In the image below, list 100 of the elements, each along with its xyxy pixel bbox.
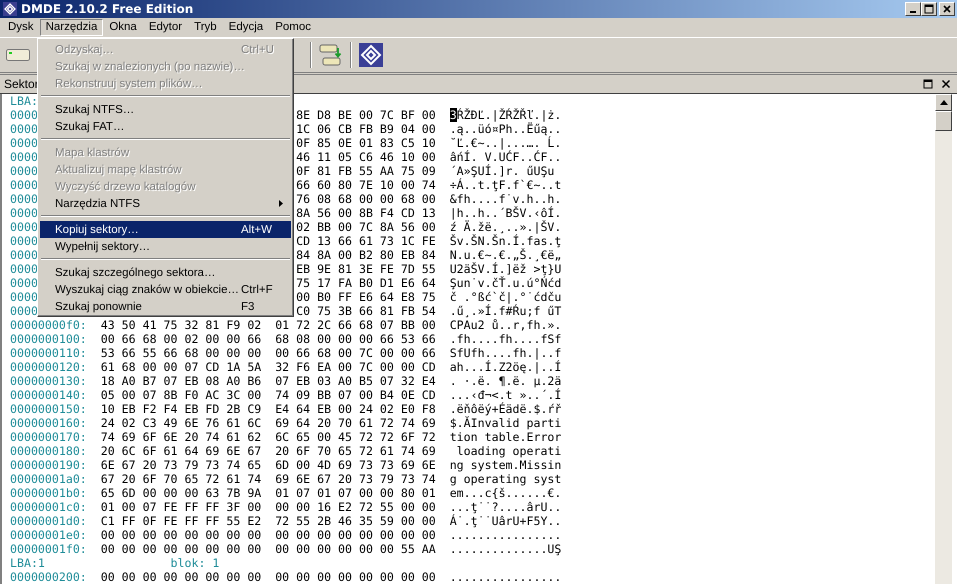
- offset-label: 0000000110:: [10, 346, 87, 360]
- offset-label: 0000000120:: [10, 360, 87, 374]
- hex-bytes: 00 00 16 E2 72 55 00 00: [275, 500, 436, 514]
- hex-bytes: 8A 56 00 8B F4 CD 13: [296, 206, 436, 220]
- offset-label: 0000: [10, 234, 38, 248]
- drive-button[interactable]: [4, 47, 32, 63]
- hex-bytes: 00 00 00 00 00 00 00 00: [100, 570, 262, 584]
- offset-label: 0000000200:: [10, 570, 87, 584]
- menu-item[interactable]: Szukaj ponownie F3: [40, 298, 291, 315]
- hex-bytes: 18 A0 B7 07 EB 08 A0 B6: [100, 374, 262, 388]
- ascii-text: č .°ßć`č|.°˙ćdču: [450, 290, 562, 304]
- hex-bytes: 00 00 00 00 00 00 00 00: [100, 542, 262, 556]
- offset-label: 00000001e0:: [10, 528, 87, 542]
- close-icon: [942, 4, 952, 14]
- hex-bytes: E4 64 EB 00 24 02 E0 F8: [275, 402, 436, 416]
- menu-bar-item[interactable]: Edytor: [142, 19, 188, 36]
- app-logo-icon: [3, 2, 17, 16]
- maximize-button[interactable]: [921, 2, 937, 16]
- close-button[interactable]: [939, 2, 955, 16]
- ascii-text: N.u.€~.€.„Š.¸€ë„: [450, 248, 562, 262]
- minimize-icon: [910, 11, 916, 13]
- scroll-thumb[interactable]: [935, 111, 952, 131]
- block-label: blok: 1: [170, 556, 220, 570]
- window-title: DMDE 2.10.2 Free Edition: [21, 2, 194, 16]
- ascii-text: Šv.ŠN.Šn.Í.fas.ţ: [450, 234, 562, 248]
- ascii-text: ÷Á..t.ţF.f`€~..t: [450, 178, 562, 192]
- hex-bytes: 6D 00 4D 69 73 73 69 6E: [275, 458, 436, 472]
- ascii-text: ..............UŞ: [450, 542, 562, 556]
- menu-bar-item[interactable]: Okna: [103, 19, 143, 36]
- offset-label: 0000000180:: [10, 444, 87, 458]
- hex-bytes: 07 EB 03 A0 B5 07 32 E4: [275, 374, 436, 388]
- offset-label: 0000000140:: [10, 388, 87, 402]
- ascii-text: ah...Í.Z2öę.|..Í: [450, 360, 562, 374]
- menu-item[interactable]: Wypełnij sektory…: [40, 238, 291, 255]
- ascii-text: ................: [450, 528, 562, 542]
- hex-bytes: 68 08 00 00 00 66 53 66: [275, 332, 436, 346]
- menu-item[interactable]: Szukaj szczególnego sektora…: [40, 264, 291, 281]
- ascii-text: &fh....f˙v.h..h.: [450, 192, 562, 206]
- ascii-text: ˘Ľ.€~..|...…. Ĺ.: [450, 136, 562, 150]
- hex-bytes: 66 60 80 7E 10 00 74: [296, 178, 436, 192]
- offset-label: 0000: [10, 150, 38, 164]
- close-icon[interactable]: [941, 79, 951, 89]
- menu-bar-item[interactable]: Dysk: [2, 19, 40, 36]
- hex-bytes: 01 07 01 07 00 00 80 01: [275, 486, 436, 500]
- ascii-text: tion table.Error: [450, 430, 562, 444]
- hex-bytes: 00 B0 FF E6 64 E8 75: [296, 290, 436, 304]
- offset-label: 00000001f0:: [10, 542, 87, 556]
- ascii-text: .ëňôëý+Éädë.$.ŕř: [450, 402, 562, 416]
- menu-item[interactable]: Narzędzia NTFS: [40, 195, 291, 212]
- hex-bytes: 46 11 05 C6 46 10 00: [296, 150, 436, 164]
- text-cursor: 3: [450, 108, 457, 122]
- hex-bytes: 05 00 07 8B F0 AC 3C 00: [100, 388, 262, 402]
- scroll-up-button[interactable]: [935, 94, 952, 111]
- submenu-arrow-icon: [279, 200, 283, 207]
- hex-bytes: 00 00 00 00 00 00 55 AA: [275, 542, 436, 556]
- offset-label: 0000: [10, 122, 38, 136]
- up-arrow-icon: [940, 100, 948, 105]
- hex-bytes: 67 20 6F 70 65 72 61 74: [100, 472, 262, 486]
- ascii-text: ź Ä.žë.¸..».|ŠV.: [450, 220, 562, 234]
- offset-label: 00000001c0:: [10, 500, 87, 514]
- menu-bar-item[interactable]: Narzędzia: [40, 19, 104, 36]
- menu-bar-item[interactable]: Edycja: [222, 19, 270, 36]
- hex-bytes: 69 64 20 70 61 72 74 69: [275, 416, 436, 430]
- lba-label: LBA:1: [10, 556, 46, 570]
- offset-label: 0000: [10, 178, 38, 192]
- minimize-button[interactable]: [905, 2, 921, 16]
- offset-label: 0000: [10, 248, 38, 262]
- menu-item[interactable]: Kopiuj sektory… Alt+W: [40, 221, 291, 238]
- menu-bar-item[interactable]: Pomoc: [269, 19, 317, 36]
- diamond-logo-icon: [359, 43, 383, 67]
- ascii-text: g operating syst: [450, 472, 562, 486]
- ascii-text: .fh....fh....fSf: [450, 332, 562, 346]
- logo-button[interactable]: [357, 41, 385, 69]
- menu-bar-item[interactable]: Tryb: [188, 19, 223, 36]
- hex-bytes: 20 6C 6F 61 64 69 6E 67: [100, 444, 262, 458]
- ascii-text: . ·.ë. ¶.ë. µ.2ä: [450, 374, 562, 388]
- hex-bytes: C0 75 3B 66 81 FB 54: [296, 304, 436, 318]
- ascii-text: SfUfh....fh.|..f: [450, 346, 562, 360]
- maximize-icon[interactable]: [923, 79, 933, 89]
- hex-bytes: 00 00 00 00 00 00 00 00: [275, 570, 436, 584]
- menu-item[interactable]: Wyszukaj ciąg znaków w obiekcie… Ctrl+F: [40, 281, 291, 298]
- hex-bytes: 53 66 55 66 68 00 00 00: [100, 346, 262, 360]
- ascii-text: ´A»ŞUÍ.]r. űUŞu: [450, 164, 554, 178]
- menu-item[interactable]: Szukaj FAT…: [40, 118, 291, 135]
- hex-bytes: EB 9E 81 3E FE 7D 55: [296, 262, 436, 276]
- offset-label: 0000000160:: [10, 416, 87, 430]
- offset-label: 0000000170:: [10, 430, 87, 444]
- hex-bytes: 0F 85 0E 01 83 C5 10: [296, 136, 436, 150]
- offset-label: 0000: [10, 220, 38, 234]
- ascii-text: Şun˙v.čŤ.u.ú°Ńćd: [450, 276, 562, 290]
- hex-bytes: 43 50 41 75 32 81 F9 02: [100, 318, 262, 332]
- ascii-text: loading operati: [456, 444, 562, 458]
- offset-label: 0000000190:: [10, 458, 87, 472]
- hex-bytes: 32 F6 EA 00 7C 00 00 CD: [275, 360, 436, 374]
- hex-bytes: 24 02 C3 49 6E 76 61 6C: [100, 416, 262, 430]
- menu-item[interactable]: Szukaj NTFS…: [40, 101, 291, 118]
- hex-bytes: 65 6D 00 00 00 63 7B 9A: [100, 486, 262, 500]
- vertical-scrollbar[interactable]: [935, 94, 952, 584]
- hex-bytes: 84 8A 00 B2 80 EB 84: [296, 248, 436, 262]
- offset-label: 0000000130:: [10, 374, 87, 388]
